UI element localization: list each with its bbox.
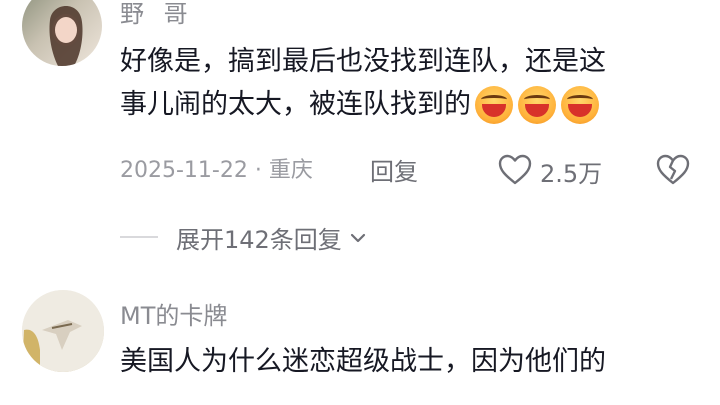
emoji-group (475, 85, 599, 124)
comment-date-location: 2025-11-22 · 重庆 (120, 158, 313, 183)
comment-username[interactable]: 野 哥 (120, 0, 194, 29)
avatar-photo-icon (49, 6, 83, 66)
comment-username[interactable]: MT的卡牌 (120, 296, 227, 331)
comment-text-line: 好像是，搞到最后也没找到连队，还是这 (120, 46, 606, 77)
reply-button[interactable]: 回复 (370, 152, 418, 187)
comment-text-line: 事儿闹的太大，被连队找到的 (120, 89, 471, 120)
expand-replies-button[interactable]: 展开142条回复 (176, 220, 368, 255)
avatar[interactable] (22, 290, 104, 372)
comment-text-line: 美国人为什么迷恋超级战士，因为他们的 (120, 346, 606, 377)
like-count: 2.5万 (540, 160, 603, 188)
avatar[interactable] (22, 0, 102, 66)
expand-replies-label: 展开142条回复 (176, 226, 342, 254)
broken-heart-icon[interactable] (655, 152, 691, 188)
expand-divider-line (120, 236, 158, 238)
comment-text: 美国人为什么迷恋超级战士，因为他们的 (120, 340, 700, 383)
grin-squint-icon (518, 85, 556, 124)
heart-icon[interactable] (497, 152, 533, 188)
avatar-photo-icon (22, 290, 104, 372)
chevron-down-icon (350, 233, 365, 242)
comment-text: 好像是，搞到最后也没找到连队，还是这 事儿闹的太大，被连队找到的 (120, 40, 700, 126)
grin-squint-icon (475, 85, 513, 124)
grin-squint-icon (561, 85, 599, 124)
